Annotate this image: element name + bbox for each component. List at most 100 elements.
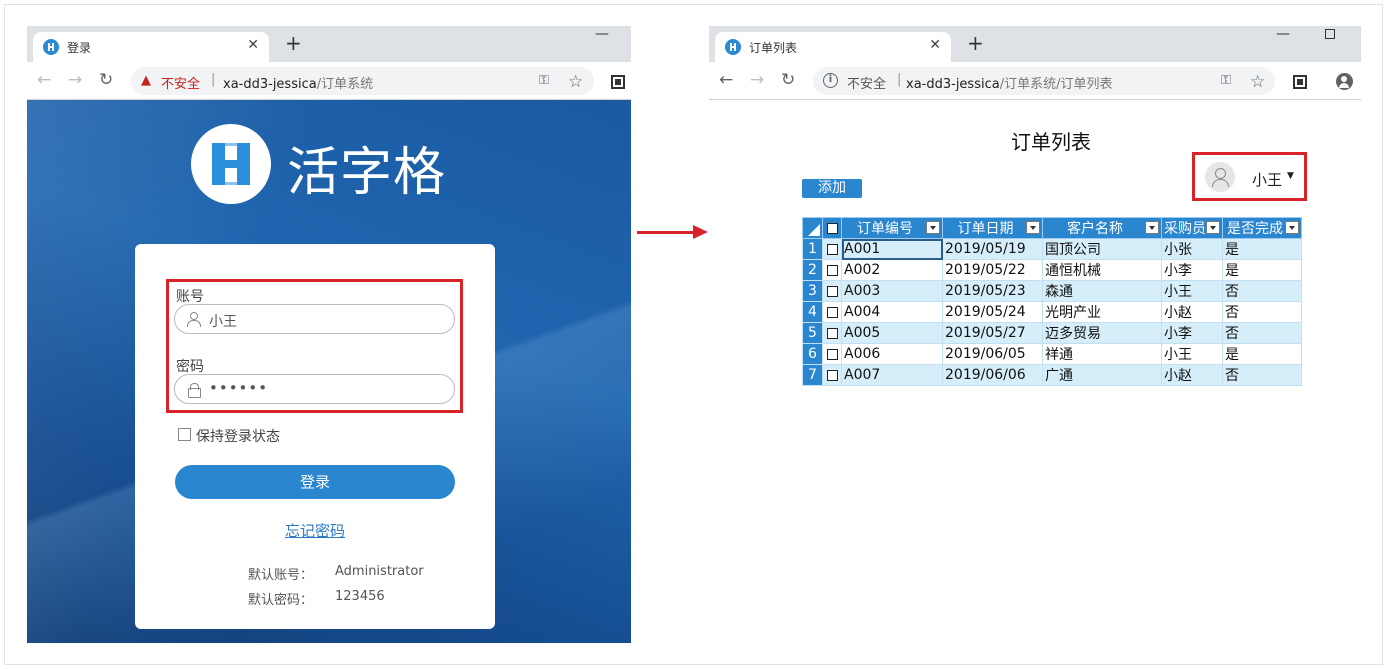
cell-buyer[interactable]: 小李 bbox=[1161, 259, 1223, 281]
url-separator: | bbox=[897, 72, 902, 87]
select-all-checkbox[interactable] bbox=[822, 217, 842, 239]
filter-icon[interactable] bbox=[1206, 221, 1220, 234]
cell-buyer[interactable]: 小王 bbox=[1161, 280, 1223, 302]
account-field[interactable]: 小王 bbox=[174, 304, 455, 334]
table-row[interactable]: 3 A003 2019/05/23 森通 小王 否 bbox=[802, 280, 1302, 302]
cell-done[interactable]: 否 bbox=[1222, 364, 1302, 386]
key-icon[interactable]: ⚿ bbox=[1221, 73, 1231, 88]
forward-icon[interactable]: → bbox=[68, 70, 82, 90]
back-icon[interactable]: ← bbox=[719, 70, 733, 90]
cell-order-date[interactable]: 2019/06/05 bbox=[942, 343, 1043, 365]
minimize-button[interactable]: — bbox=[595, 26, 609, 42]
row-number: 3 bbox=[802, 280, 823, 302]
cell-order-id[interactable]: A001 bbox=[841, 238, 943, 260]
password-field[interactable]: •••••• bbox=[174, 374, 455, 404]
tab-close-icon[interactable]: ✕ bbox=[929, 37, 941, 53]
cell-done[interactable]: 否 bbox=[1222, 322, 1302, 344]
row-checkbox[interactable] bbox=[822, 238, 842, 260]
add-button[interactable]: 添加 bbox=[802, 179, 862, 198]
back-icon[interactable]: ← bbox=[37, 70, 51, 90]
cell-customer[interactable]: 森通 bbox=[1042, 280, 1162, 302]
extension-icon[interactable] bbox=[1293, 75, 1307, 89]
reload-icon[interactable]: ↻ bbox=[99, 70, 113, 90]
cell-customer[interactable]: 祥通 bbox=[1042, 343, 1162, 365]
cell-order-date[interactable]: 2019/05/22 bbox=[942, 259, 1043, 281]
cell-done[interactable]: 否 bbox=[1222, 301, 1302, 323]
cell-done[interactable]: 是 bbox=[1222, 238, 1302, 260]
url-separator: | bbox=[211, 72, 216, 87]
cell-order-id[interactable]: A006 bbox=[841, 343, 943, 365]
maximize-button[interactable] bbox=[1325, 29, 1335, 39]
row-number: 5 bbox=[802, 322, 823, 344]
url-field[interactable]: ▲ 不安全 | xa-dd3-jessica/订单系统 ⚿ ☆ bbox=[131, 67, 594, 95]
profile-icon[interactable] bbox=[1336, 73, 1353, 90]
table-row[interactable]: 5 A005 2019/05/27 迈多贸易 小李 否 bbox=[802, 322, 1302, 344]
cell-customer[interactable]: 迈多贸易 bbox=[1042, 322, 1162, 344]
filter-icon[interactable] bbox=[926, 221, 940, 234]
cell-order-id[interactable]: A004 bbox=[841, 301, 943, 323]
cell-buyer[interactable]: 小赵 bbox=[1161, 364, 1223, 386]
cell-order-id[interactable]: A002 bbox=[841, 259, 943, 281]
tab-login[interactable]: 登录 ✕ bbox=[33, 32, 269, 62]
key-icon[interactable]: ⚿ bbox=[539, 73, 549, 88]
table-row[interactable]: 6 A006 2019/06/05 祥通 小王 是 bbox=[802, 343, 1302, 365]
cell-order-date[interactable]: 2019/05/24 bbox=[942, 301, 1043, 323]
row-checkbox[interactable] bbox=[822, 343, 842, 365]
cell-done[interactable]: 是 bbox=[1222, 259, 1302, 281]
cell-order-id[interactable]: A007 bbox=[841, 364, 943, 386]
star-icon[interactable]: ☆ bbox=[1250, 72, 1265, 92]
row-checkbox[interactable] bbox=[822, 322, 842, 344]
reload-icon[interactable]: ↻ bbox=[781, 70, 795, 90]
login-card: 账号 小王 密码 •••••• 保持登录状态 登录 忘记密码 默认账号： Adm… bbox=[135, 244, 495, 629]
new-tab-button[interactable]: + bbox=[285, 33, 302, 53]
row-checkbox[interactable] bbox=[822, 280, 842, 302]
user-menu[interactable]: 小王 ▼ bbox=[1192, 152, 1307, 201]
cell-buyer[interactable]: 小王 bbox=[1161, 343, 1223, 365]
cell-order-date[interactable]: 2019/05/19 bbox=[942, 238, 1043, 260]
column-header[interactable]: 订单编号 bbox=[841, 217, 943, 239]
filter-icon[interactable] bbox=[1026, 221, 1040, 234]
row-checkbox[interactable] bbox=[822, 301, 842, 323]
cell-order-date[interactable]: 2019/05/27 bbox=[942, 322, 1043, 344]
row-number: 7 bbox=[802, 364, 823, 386]
cell-done[interactable]: 否 bbox=[1222, 280, 1302, 302]
table-row[interactable]: 7 A007 2019/06/06 广通 小赵 否 bbox=[802, 364, 1302, 386]
table-row[interactable]: 4 A004 2019/05/24 光明产业 小赵 否 bbox=[802, 301, 1302, 323]
cell-buyer[interactable]: 小赵 bbox=[1161, 301, 1223, 323]
tab-title: 订单列表 bbox=[749, 41, 798, 55]
tab-order-list[interactable]: 订单列表 ✕ bbox=[715, 32, 951, 62]
tab-close-icon[interactable]: ✕ bbox=[247, 37, 259, 53]
column-header[interactable]: 客户名称 bbox=[1042, 217, 1162, 239]
cell-order-date[interactable]: 2019/06/06 bbox=[942, 364, 1043, 386]
remember-checkbox[interactable] bbox=[178, 428, 191, 441]
new-tab-button[interactable]: + bbox=[967, 33, 984, 53]
login-button[interactable]: 登录 bbox=[175, 465, 455, 499]
cell-buyer[interactable]: 小张 bbox=[1161, 238, 1223, 260]
forgot-password-link[interactable]: 忘记密码 bbox=[135, 520, 495, 541]
warning-icon: ▲ bbox=[141, 73, 151, 88]
column-header[interactable]: 订单日期 bbox=[942, 217, 1043, 239]
filter-icon[interactable] bbox=[1285, 221, 1299, 234]
table-row[interactable]: 1 A001 2019/05/19 国顶公司 小张 是 bbox=[802, 238, 1302, 260]
extension-icon[interactable] bbox=[611, 75, 625, 89]
cell-order-date[interactable]: 2019/05/23 bbox=[942, 280, 1043, 302]
cell-order-id[interactable]: A003 bbox=[841, 280, 943, 302]
table-row[interactable]: 2 A002 2019/05/22 通恒机械 小李 是 bbox=[802, 259, 1302, 281]
cell-customer[interactable]: 国顶公司 bbox=[1042, 238, 1162, 260]
column-header[interactable]: 是否完成 bbox=[1222, 217, 1302, 239]
url-field[interactable]: i 不安全 | xa-dd3-jessica/订单系统/订单列表 ⚿ ☆ bbox=[813, 67, 1275, 95]
forward-icon[interactable]: → bbox=[750, 70, 764, 90]
cell-customer[interactable]: 广通 bbox=[1042, 364, 1162, 386]
cell-customer[interactable]: 光明产业 bbox=[1042, 301, 1162, 323]
row-checkbox[interactable] bbox=[822, 259, 842, 281]
select-all-corner[interactable] bbox=[802, 217, 823, 239]
minimize-button[interactable]: — bbox=[1276, 26, 1290, 42]
cell-buyer[interactable]: 小李 bbox=[1161, 322, 1223, 344]
cell-order-id[interactable]: A005 bbox=[841, 322, 943, 344]
star-icon[interactable]: ☆ bbox=[568, 72, 583, 92]
cell-done[interactable]: 是 bbox=[1222, 343, 1302, 365]
cell-customer[interactable]: 通恒机械 bbox=[1042, 259, 1162, 281]
row-checkbox[interactable] bbox=[822, 364, 842, 386]
filter-icon[interactable] bbox=[1145, 221, 1159, 234]
column-header[interactable]: 采购员 bbox=[1161, 217, 1223, 239]
